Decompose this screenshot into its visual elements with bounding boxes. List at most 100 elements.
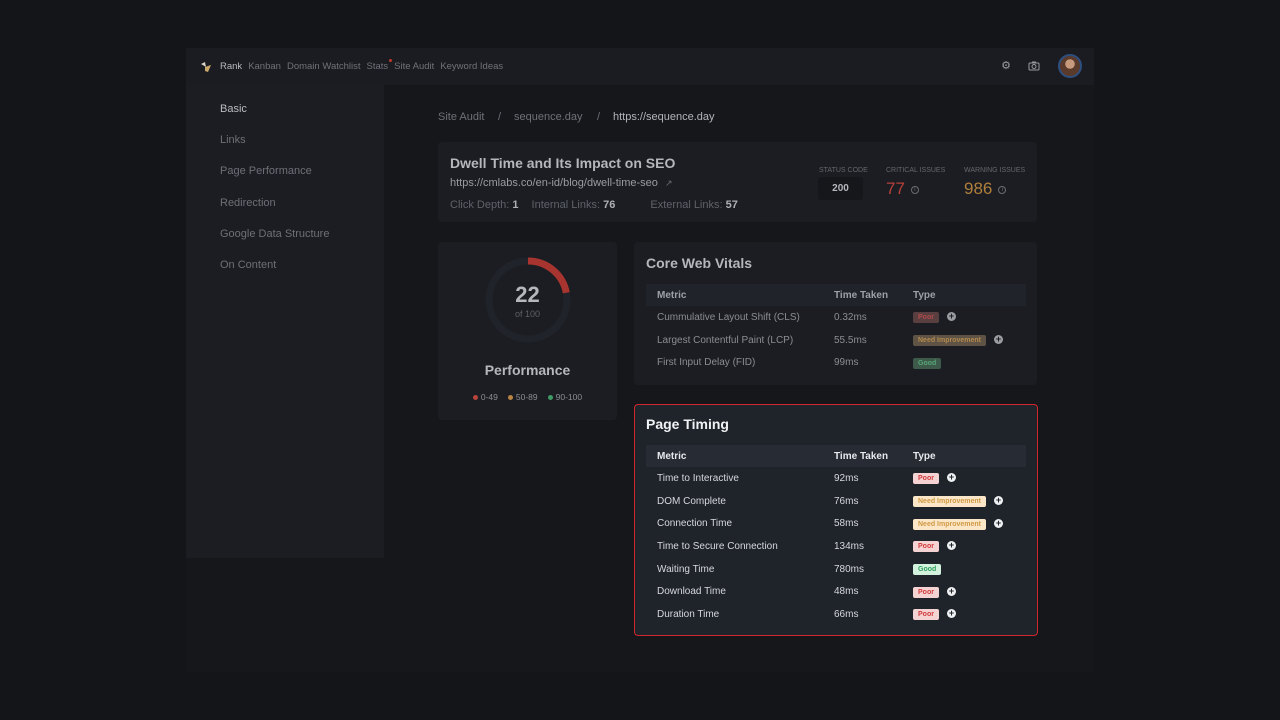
avatar[interactable] (1058, 54, 1082, 78)
expand-plus-icon[interactable]: + (946, 541, 956, 551)
sidebar-item-links[interactable]: Links (220, 134, 246, 146)
type-cell: Poor + (913, 467, 1026, 490)
nav-kanban[interactable]: Kanban (248, 61, 281, 72)
link-stats: Click Depth: 1 Internal Links: 76 Extern… (450, 199, 738, 211)
warning-issues-label: WARNING ISSUES (964, 167, 1026, 174)
expand-plus-icon[interactable]: + (994, 518, 1004, 528)
performance-label: Performance (484, 362, 571, 378)
sidebar-item-basic[interactable]: Basic (220, 103, 247, 115)
nav-label: Keyword Ideas (440, 61, 504, 72)
performance-score-max: of 100 (514, 309, 541, 319)
metric-name: Download Time (657, 586, 726, 598)
legend-label: 50-89 (515, 392, 538, 402)
camera-icon[interactable] (1028, 60, 1040, 72)
external-links-label: External Links: (650, 199, 723, 211)
type-cell: Good (913, 351, 1026, 374)
page-url[interactable]: https://cmlabs.co/en-id/blog/dwell-time-… (450, 177, 672, 189)
nav-site-audit[interactable]: Site Audit (394, 61, 434, 72)
column-header: Metric (646, 445, 834, 467)
breadcrumb-separator: / (498, 111, 502, 123)
info-icon[interactable]: i (910, 185, 919, 194)
warning-issues-value: 986 (964, 179, 993, 198)
critical-issues-label: CRITICAL ISSUES (886, 167, 946, 174)
core-web-vitals-title: Core Web Vitals (646, 255, 753, 271)
table-row: Time to Interactive 92ms Poor + (646, 467, 1026, 490)
type-badge: Need Improvement (913, 496, 987, 508)
column-header: Type (913, 284, 1026, 306)
expand-plus-icon[interactable]: + (946, 586, 956, 596)
column-header: Metric (646, 284, 834, 306)
time-taken: 55.5ms (834, 334, 867, 346)
nav-stats[interactable]: Stats (366, 59, 393, 72)
type-badge: Poor (913, 312, 939, 324)
notification-dot (389, 59, 393, 62)
type-cell: Poor + (913, 535, 1026, 558)
critical-issues: 77 i (886, 179, 919, 199)
sidebar-item-on-content[interactable]: On Content (220, 259, 276, 271)
nav-label: Stats (366, 61, 389, 72)
time-taken: 66ms (834, 608, 859, 620)
breadcrumb-current: https://sequence.day (613, 111, 715, 123)
time-taken: 780ms (834, 563, 865, 575)
expand-plus-icon[interactable]: + (994, 334, 1004, 344)
nav-label: Site Audit (394, 61, 435, 72)
breadcrumb-domain[interactable]: sequence.day (514, 111, 583, 123)
status-code-badge: 200 (818, 177, 863, 200)
metric-name: Waiting Time (657, 563, 715, 575)
logo-icon (201, 61, 211, 72)
legend-item: 50-89 (507, 392, 538, 402)
expand-plus-icon[interactable]: + (946, 312, 956, 322)
internal-links-value: 76 (603, 199, 616, 211)
external-link-icon[interactable]: ↗ (665, 178, 673, 188)
legend-label: 0-49 (480, 392, 498, 402)
page-timing-table: Metric Time Taken Type Time to Interactive 9… (646, 445, 1026, 626)
legend-item: 90-100 (547, 392, 582, 402)
expand-plus-icon[interactable]: + (946, 609, 956, 619)
settings-icon[interactable]: ⚙ (1000, 60, 1012, 72)
type-cell: Poor + (913, 603, 1026, 626)
time-taken: 99ms (834, 357, 859, 369)
metric-name: Duration Time (657, 608, 720, 620)
page-timing-title: Page Timing (646, 416, 729, 432)
type-cell: Poor + (913, 580, 1026, 603)
time-taken: 58ms (834, 518, 859, 530)
sidebar-item-page-performance[interactable]: Page Performance (220, 165, 312, 177)
table-row: Download Time 48ms Poor + (646, 580, 1026, 603)
core-web-vitals-table: Metric Time Taken Type Cummulative Layout S… (646, 284, 1026, 374)
time-taken: 92ms (834, 472, 859, 484)
performance-legend: 0-49 50-89 90-100 (438, 392, 617, 402)
performance-card: 22 of 100 Performance 0-49 50-89 90-100 (438, 242, 617, 420)
expand-plus-icon[interactable]: + (946, 473, 956, 483)
legend-dot (472, 395, 478, 401)
sidebar-item-google-data-structure[interactable]: Google Data Structure (220, 228, 329, 240)
type-cell: Need Improvement + (913, 512, 1026, 535)
time-taken: 76ms (834, 495, 859, 507)
table-row: Time to Secure Connection 134ms Poor + (646, 535, 1026, 558)
metric-name: DOM Complete (657, 495, 726, 507)
metric-name: Connection Time (657, 518, 733, 530)
nav-domain-watchlist[interactable]: Domain Watchlist (287, 61, 361, 72)
type-badge: Poor (913, 609, 939, 621)
type-badge: Poor (913, 541, 939, 553)
page-url-text: https://cmlabs.co/en-id/blog/dwell-time-… (450, 177, 658, 189)
nav-keyword-ideas[interactable]: Keyword Ideas (440, 61, 503, 72)
breadcrumb-separator: / (597, 111, 601, 123)
nav-rank[interactable]: Rank (220, 61, 242, 72)
table-row: First Input Delay (FID) 99ms Good (646, 351, 1026, 374)
breadcrumb-site-audit[interactable]: Site Audit (438, 111, 484, 123)
info-icon[interactable]: i (998, 185, 1007, 194)
sidebar-item-redirection[interactable]: Redirection (220, 197, 276, 209)
expand-plus-icon[interactable]: + (994, 495, 1004, 505)
top-nav: Rank Kanban Domain Watchlist Stats Site Audi… (186, 48, 1094, 85)
warning-issues: 986 i (964, 179, 1007, 199)
type-badge: Need Improvement (913, 518, 987, 530)
type-badge: Poor (913, 473, 939, 485)
time-taken: 134ms (834, 540, 865, 552)
page-timing-card: Page Timing Metric Time Taken Type Time to … (634, 404, 1038, 636)
metric-name: Largest Contentful Paint (LCP) (657, 334, 794, 346)
type-cell: Need Improvement + (913, 490, 1026, 513)
page-title: Dwell Time and Its Impact on SEO (450, 155, 676, 171)
table-row: Largest Contentful Paint (LCP) 55.5ms Need… (646, 329, 1026, 352)
status-code-label: STATUS CODE (819, 167, 868, 174)
time-taken: 0.32ms (834, 311, 867, 323)
